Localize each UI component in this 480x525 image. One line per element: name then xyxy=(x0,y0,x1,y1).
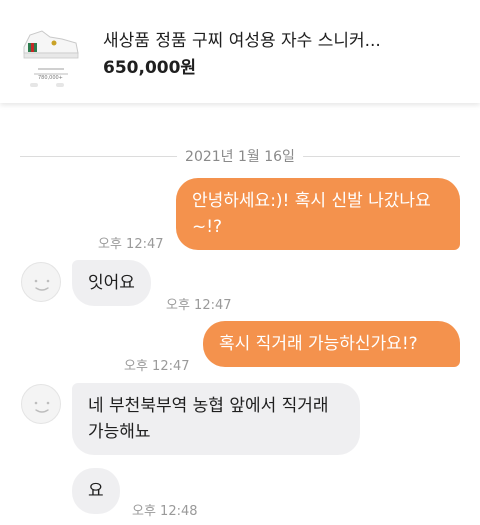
sender-avatar[interactable] xyxy=(21,384,61,424)
message-time: 오후 12:48 xyxy=(132,504,198,519)
thumbnail-price-caption: 780,000+ xyxy=(38,75,63,81)
chat-thread[interactable]: 2021년 1월 16일 안녕하세요:)! 혹시 신발 나갔나요~!? 오후 1… xyxy=(0,103,480,525)
sneaker-icon xyxy=(16,13,86,93)
message-time: 오후 12:47 xyxy=(124,359,190,374)
message-text: 안녕하세요:)! 혹시 신발 나갔나요~!? xyxy=(192,191,431,237)
message-bubble-received[interactable]: 요 xyxy=(72,468,120,514)
message-bubble-sent[interactable]: 혹시 직거래 가능하신가요!? xyxy=(203,321,460,367)
message-bubble-received[interactable]: 네 부천북부역 농협 앞에서 직거래 가능해뇨 xyxy=(72,383,360,455)
avatar-face-icon xyxy=(34,279,50,291)
sender-avatar[interactable] xyxy=(21,262,61,302)
date-label: 2021년 1월 16일 xyxy=(177,146,303,166)
product-header[interactable]: 780,000+ 새상품 정품 구찌 여성용 자수 스니커... 650,000… xyxy=(0,0,480,103)
avatar-face-icon xyxy=(34,401,50,413)
message-text: 네 부천북부역 농협 앞에서 직거래 가능해뇨 xyxy=(88,396,329,442)
product-price: 650,000원 xyxy=(103,58,197,78)
message-text: 잇어요 xyxy=(88,273,135,293)
message-time: 오후 12:47 xyxy=(98,237,164,252)
message-time: 오후 12:47 xyxy=(166,298,232,313)
message-text: 요 xyxy=(88,481,104,501)
date-separator: 2021년 1월 16일 xyxy=(20,146,460,166)
message-bubble-received[interactable]: 잇어요 xyxy=(72,260,151,306)
product-thumbnail[interactable]: 780,000+ xyxy=(16,13,86,93)
message-bubble-sent[interactable]: 안녕하세요:)! 혹시 신발 나갔나요~!? xyxy=(176,178,460,250)
message-text: 혹시 직거래 가능하신가요!? xyxy=(219,334,418,354)
product-title[interactable]: 새상품 정품 구찌 여성용 자수 스니커... xyxy=(103,26,381,51)
